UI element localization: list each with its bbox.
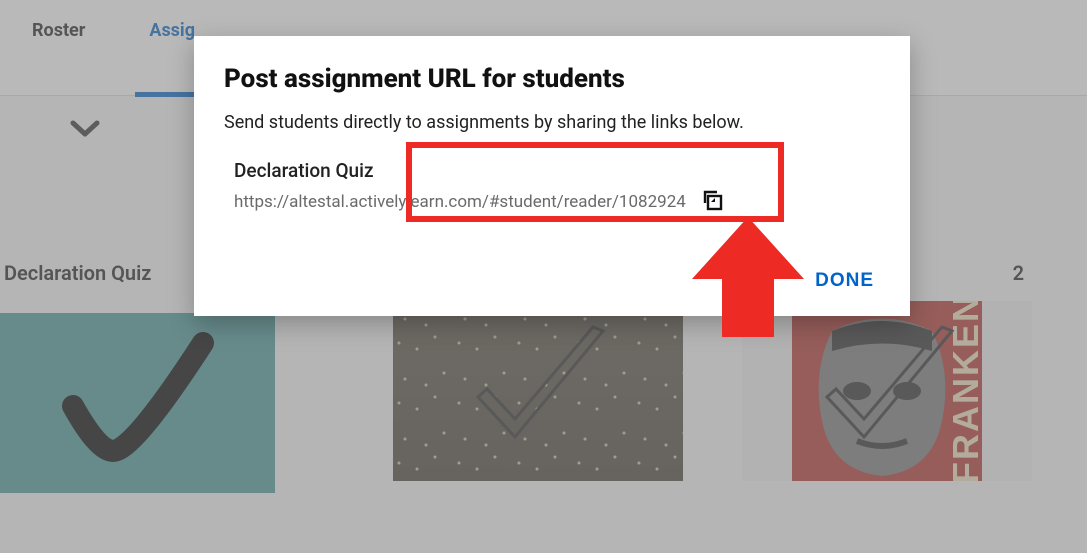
copy-icon[interactable] <box>700 188 724 216</box>
modal-footer: DONE <box>224 270 880 292</box>
modal-description: Send students directly to assignments by… <box>224 112 880 133</box>
page-root: Roster Assig Declaration Quiz Textbook S… <box>0 0 1087 553</box>
done-button[interactable]: DONE <box>815 270 874 292</box>
assignment-url-text: https://altestal.activelylearn.com/#stud… <box>234 192 686 212</box>
assignment-url-block: Declaration Quiz https://altestal.active… <box>224 151 880 226</box>
share-url-modal: Post assignment URL for students Send st… <box>194 36 910 316</box>
modal-title: Post assignment URL for students <box>224 64 880 94</box>
assignment-url-name: Declaration Quiz <box>234 159 870 182</box>
